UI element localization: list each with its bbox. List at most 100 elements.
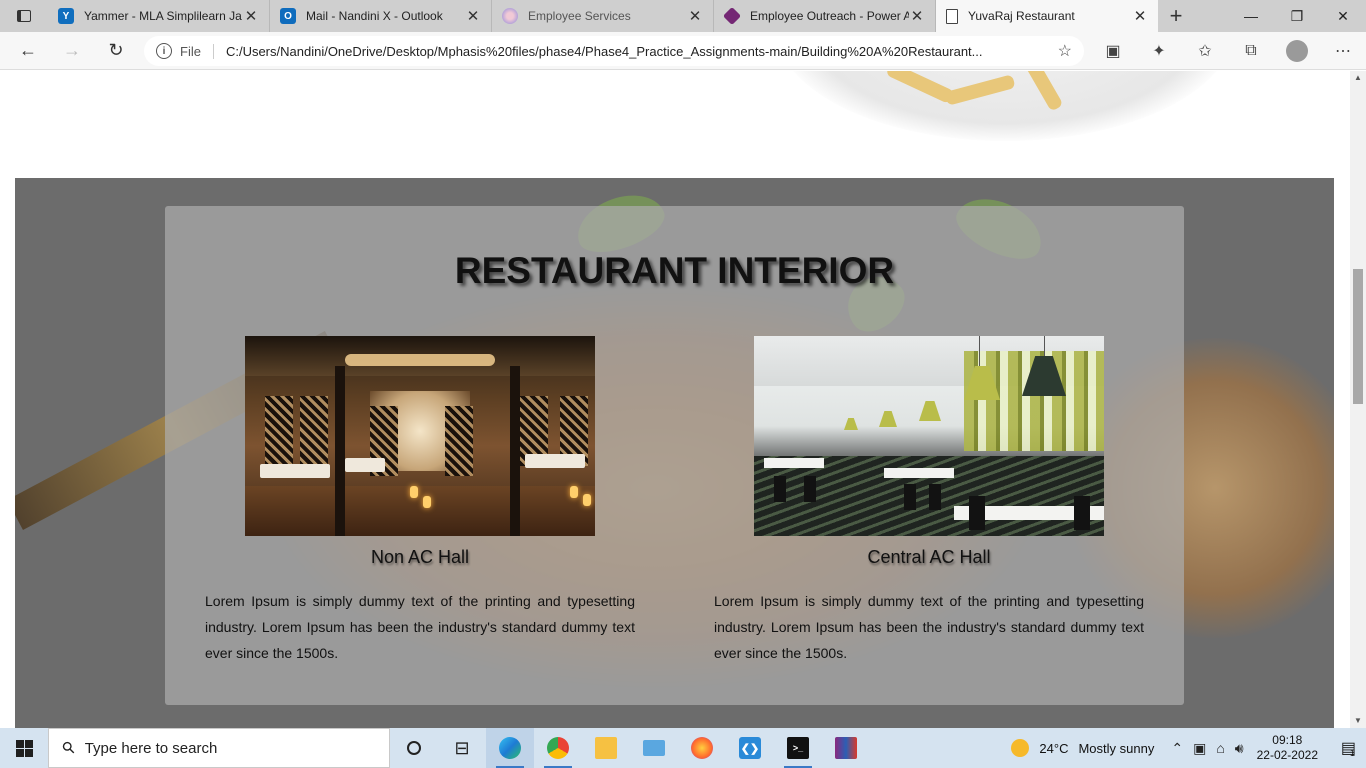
back-arrow-icon: ← [19,40,37,60]
non-ac-hall-image [245,336,595,536]
back-button[interactable]: ← [6,32,50,70]
cortana-icon [407,741,421,755]
restore-button[interactable]: ❐ [1274,0,1320,32]
tab-actions-icon [17,10,31,22]
hall-card-non-ac: Non AC Hall Lorem Ipsum is simply dummy … [205,336,635,666]
hall-caption: Central AC Hall [867,547,991,567]
close-tab-icon[interactable]: ✕ [465,7,481,25]
winrar-button[interactable] [822,728,870,768]
favorites-icon[interactable]: ✩ [1182,41,1228,61]
notification-center-button[interactable]: ▤ 1 [1330,728,1366,768]
tab-outlook[interactable]: O Mail - Nandini X - Outlook ✕ [270,0,492,32]
vertical-scrollbar[interactable]: ▲ ▼ [1350,71,1366,728]
new-tab-button[interactable]: + [1158,0,1194,32]
scrollbar-thumb[interactable] [1353,269,1363,404]
tab-title: Employee Outreach - Power A [750,9,909,23]
file-explorer-button[interactable] [582,728,630,768]
scroll-down-icon[interactable]: ▼ [1350,714,1366,728]
employee-services-icon [502,8,518,24]
file-explorer-icon [595,737,617,759]
hall-description: Lorem Ipsum is simply dummy text of the … [714,593,1144,661]
tab-title: Yammer - MLA Simplilearn Ja [84,9,242,23]
scheme-label: File [180,43,214,59]
plus-icon: + [1169,3,1183,28]
task-view-button[interactable]: ⊟ [438,728,486,768]
tab-yuvaraj-restaurant[interactable]: YuvaRaj Restaurant ✕ [936,0,1158,32]
taskbar-search-box[interactable]: ⚲ Type here to search [48,728,390,768]
clock-date: 22-02-2022 [1256,748,1318,762]
network-icon[interactable]: ⌂ [1216,740,1224,756]
close-tab-icon[interactable]: ✕ [243,7,259,25]
hall-description: Lorem Ipsum is simply dummy text of the … [205,593,635,661]
minimize-button[interactable]: — [1228,0,1274,32]
tab-employee-services[interactable]: Employee Services ✕ [492,0,714,32]
winrar-icon [835,737,857,759]
edge-button[interactable] [486,728,534,768]
tab-title: YuvaRaj Restaurant [968,9,1075,23]
central-ac-hall-image [754,336,1104,536]
close-tab-icon[interactable]: ✕ [909,7,925,25]
edge-icon [499,737,521,759]
meet-now-icon[interactable]: ▣ [1193,740,1206,757]
clock-time: 09:18 [1272,733,1303,747]
browser-toolbar: ▣ ✦ ✩ ⧉ ⋯ [1090,32,1366,70]
chrome-button[interactable] [534,728,582,768]
tab-actions-button[interactable] [0,0,48,32]
restaurant-interior-section: RESTAURANT INTERIOR Non AC Hall Lorem Ip… [15,178,1334,728]
weather-condition: Mostly sunny [1078,740,1155,756]
chrome-icon [547,737,569,759]
section-title: RESTAURANT INTERIOR [454,250,895,291]
weather-temp: 24°C [1039,740,1069,756]
page-icon [946,8,958,24]
outlook-icon: O [280,8,296,24]
page-viewport: RESTAURANT INTERIOR Non AC Hall Lorem Ip… [0,71,1366,728]
system-tray: 24°C Mostly sunny ⌃ ▣ ⌂ 🔊︎ 09:18 22-02-2… [1011,728,1366,768]
add-favorite-icon[interactable]: ☆ [1058,41,1072,61]
page-content: RESTAURANT INTERIOR Non AC Hall Lorem Ip… [15,71,1334,728]
windows-taskbar: ⚲ Type here to search ⊟ ❮❯ >_ 24°C Mostl… [0,728,1366,768]
forward-button[interactable]: → [50,32,94,70]
search-icon: ⚲ [59,738,80,759]
tab-employee-outreach[interactable]: Employee Outreach - Power A ✕ [714,0,936,32]
interior-card: RESTAURANT INTERIOR Non AC Hall Lorem Ip… [165,206,1184,705]
firefox-icon [691,737,713,759]
terminal-button[interactable]: >_ [774,728,822,768]
close-tab-icon[interactable]: ✕ [1132,7,1148,25]
weather-widget[interactable]: 24°C Mostly sunny [1011,739,1154,757]
this-pc-button[interactable] [630,728,678,768]
vscode-button[interactable]: ❮❯ [726,728,774,768]
close-tab-icon[interactable]: ✕ [687,7,703,25]
hall-caption: Non AC Hall [370,547,470,567]
volume-icon[interactable]: 🔊︎ [1235,740,1244,757]
address-bar-row: ← → ↻ i File C:/Users/Nandini/OneDrive/D… [0,32,1366,70]
vscode-icon: ❮❯ [739,737,761,759]
forward-arrow-icon: → [63,40,81,60]
tab-title: Employee Services [528,9,631,23]
profile-avatar[interactable] [1286,40,1308,62]
address-field[interactable]: i File C:/Users/Nandini/OneDrive/Desktop… [144,36,1084,66]
hall-card-central-ac: Central AC Hall Lorem Ipsum is simply du… [714,336,1144,666]
tab-bar: Y Yammer - MLA Simplilearn Ja ✕ O Mail -… [0,0,1366,32]
window-controls: — ❐ ✕ [1228,0,1366,32]
clock[interactable]: 09:18 22-02-2022 [1257,733,1318,763]
refresh-icon: ↻ [108,40,124,60]
food-plate-image [775,71,1235,141]
extensions-icon[interactable]: ✦ [1136,41,1182,61]
powerapps-icon [722,6,742,26]
tab-yammer[interactable]: Y Yammer - MLA Simplilearn Ja ✕ [48,0,270,32]
chevron-up-icon[interactable]: ⌃ [1171,740,1183,757]
collections-button-icon[interactable]: ⧉ [1228,42,1274,60]
info-icon[interactable]: i [156,43,172,59]
scroll-up-icon[interactable]: ▲ [1350,71,1366,85]
close-window-button[interactable]: ✕ [1320,0,1366,32]
url-text[interactable]: C:/Users/Nandini/OneDrive/Desktop/Mphasi… [226,44,1048,59]
collections-icon[interactable]: ▣ [1090,41,1136,61]
firefox-button[interactable] [678,728,726,768]
start-button[interactable] [0,728,48,768]
refresh-button[interactable]: ↻ [94,32,138,70]
yammer-icon: Y [58,8,74,24]
notification-count: 1 [1350,748,1356,758]
cortana-button[interactable] [390,728,438,768]
search-placeholder: Type here to search [84,739,218,757]
more-options-icon[interactable]: ⋯ [1320,41,1366,61]
